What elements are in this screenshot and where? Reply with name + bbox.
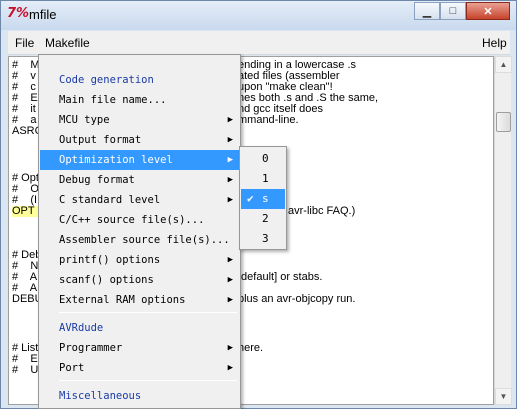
menu-item-label: C/C++ source file(s)... bbox=[59, 214, 205, 226]
menu-item-code-generation: Code generation bbox=[40, 70, 239, 90]
scroll-down-icon[interactable]: ▼ bbox=[495, 388, 512, 405]
menu-item-programmer[interactable]: Programmer ▶ bbox=[40, 338, 239, 358]
menu-item-label: Assembler source file(s)... bbox=[59, 234, 230, 246]
submenu-arrow-icon: ▶ bbox=[227, 275, 233, 285]
menu-item-label: MCU type bbox=[59, 114, 110, 126]
makefile-menu: Code generation Main file name... MCU type… bbox=[38, 54, 241, 409]
opt-level-3[interactable]: 3 bbox=[241, 229, 285, 249]
menu-file[interactable]: File bbox=[15, 35, 34, 51]
submenu-arrow-icon: ▶ bbox=[227, 155, 233, 165]
menu-item-label: printf() options bbox=[59, 254, 161, 266]
menu-item-miscellaneous: Miscellaneous bbox=[40, 386, 239, 406]
opt-level-label: 2 bbox=[262, 212, 269, 225]
menu-bar: File Makefile Help bbox=[8, 31, 510, 55]
menu-item-label: C standard level bbox=[59, 194, 161, 206]
minimize-icon: ▁ bbox=[422, 5, 432, 18]
vertical-scrollbar[interactable]: ▲ ▼ bbox=[494, 56, 512, 405]
menu-item-avrdude: AVRdude bbox=[40, 318, 239, 338]
maximize-icon: □ bbox=[449, 5, 457, 17]
menu-item-mcu-type[interactable]: MCU type ▶ bbox=[40, 110, 239, 130]
menu-item-label: Port bbox=[59, 362, 85, 374]
editor-line-tail: mmand-line. bbox=[238, 114, 299, 126]
menu-item-output-format[interactable]: Output format ▶ bbox=[40, 130, 239, 150]
opt-level-2[interactable]: 2 bbox=[241, 209, 285, 229]
submenu-arrow-icon: ▶ bbox=[227, 175, 233, 185]
submenu-arrow-icon: ▶ bbox=[227, 195, 233, 205]
window-title: mfile bbox=[29, 7, 57, 22]
editor-line-tail: [default] or stabs. bbox=[238, 271, 323, 283]
submenu-arrow-icon: ▶ bbox=[227, 343, 233, 353]
minimize-button[interactable]: ▁ bbox=[414, 2, 440, 20]
close-button[interactable]: ✕ bbox=[466, 2, 510, 20]
menu-item-label: External RAM options bbox=[59, 294, 186, 306]
opt-level-s[interactable]: ✔ s bbox=[241, 189, 285, 209]
menu-item-label: Main file name... bbox=[59, 94, 167, 106]
menu-item-label: Optimization level bbox=[59, 154, 173, 166]
maximize-button[interactable]: □ bbox=[440, 2, 466, 20]
opt-level-label: 1 bbox=[262, 172, 269, 185]
menu-item-label: Miscellaneous bbox=[59, 390, 142, 402]
menu-item-c-c-source-file-s[interactable]: C/C++ source file(s)... bbox=[40, 210, 239, 230]
menu-item-external-ram-options[interactable]: External RAM options ▶ bbox=[40, 290, 239, 310]
menu-separator bbox=[59, 312, 237, 313]
menu-item-debug-format[interactable]: Debug format ▶ bbox=[40, 170, 239, 190]
menu-item-assembler-source-file-s[interactable]: Assembler source file(s)... bbox=[40, 230, 239, 250]
window-controls: ▁ □ ✕ bbox=[414, 2, 510, 20]
opt-level-1[interactable]: 1 bbox=[241, 169, 285, 189]
menu-item-optimization-level[interactable]: Optimization level ▶ bbox=[40, 150, 239, 170]
title-bar[interactable]: 7% mfile ▁ □ ✕ bbox=[1, 1, 516, 30]
menu-item-scanf-options[interactable]: scanf() options ▶ bbox=[40, 270, 239, 290]
opt-level-label: 0 bbox=[262, 152, 269, 165]
submenu-arrow-icon: ▶ bbox=[227, 295, 233, 305]
menu-separator bbox=[59, 380, 237, 381]
close-icon: ✕ bbox=[483, 5, 493, 18]
menu-item-label: Programmer bbox=[59, 342, 123, 354]
menu-item-c-standard-level[interactable]: C standard level ▶ bbox=[40, 190, 239, 210]
editor-line-tail: avr-libc FAQ.) bbox=[288, 205, 356, 217]
opt-level-label: s bbox=[262, 192, 269, 205]
opt-level-0[interactable]: 0 bbox=[241, 149, 285, 169]
scroll-up-icon[interactable]: ▲ bbox=[495, 56, 512, 73]
submenu-arrow-icon: ▶ bbox=[227, 363, 233, 373]
check-icon: ✔ bbox=[247, 192, 254, 205]
editor-line-tail: plus an avr-objcopy run. bbox=[238, 293, 356, 305]
menu-item-port[interactable]: Port ▶ bbox=[40, 358, 239, 378]
menu-item-label: Code generation bbox=[59, 74, 154, 86]
menu-item-printf-options[interactable]: printf() options ▶ bbox=[40, 250, 239, 270]
submenu-arrow-icon: ▶ bbox=[227, 255, 233, 265]
menu-item-main-file-name[interactable]: Main file name... bbox=[40, 90, 239, 110]
submenu-arrow-icon: ▶ bbox=[227, 135, 233, 145]
menu-makefile[interactable]: Makefile bbox=[45, 35, 90, 51]
opt-level-label: 3 bbox=[262, 232, 269, 245]
optimization-level-submenu: 0 1 ✔ s 2 3 bbox=[239, 146, 287, 250]
submenu-arrow-icon: ▶ bbox=[227, 115, 233, 125]
tk-feather-icon[interactable]: 7% bbox=[7, 6, 29, 22]
scroll-thumb[interactable] bbox=[496, 112, 511, 132]
editor-line: # U bbox=[12, 364, 39, 376]
editor-line-tail: here. bbox=[238, 342, 264, 354]
menu-item-label: scanf() options bbox=[59, 274, 154, 286]
menu-item-label: Output format bbox=[59, 134, 142, 146]
menu-item-label: Debug format bbox=[59, 174, 135, 186]
menu-help[interactable]: Help bbox=[482, 35, 507, 51]
menu-item-label: AVRdude bbox=[59, 322, 104, 334]
